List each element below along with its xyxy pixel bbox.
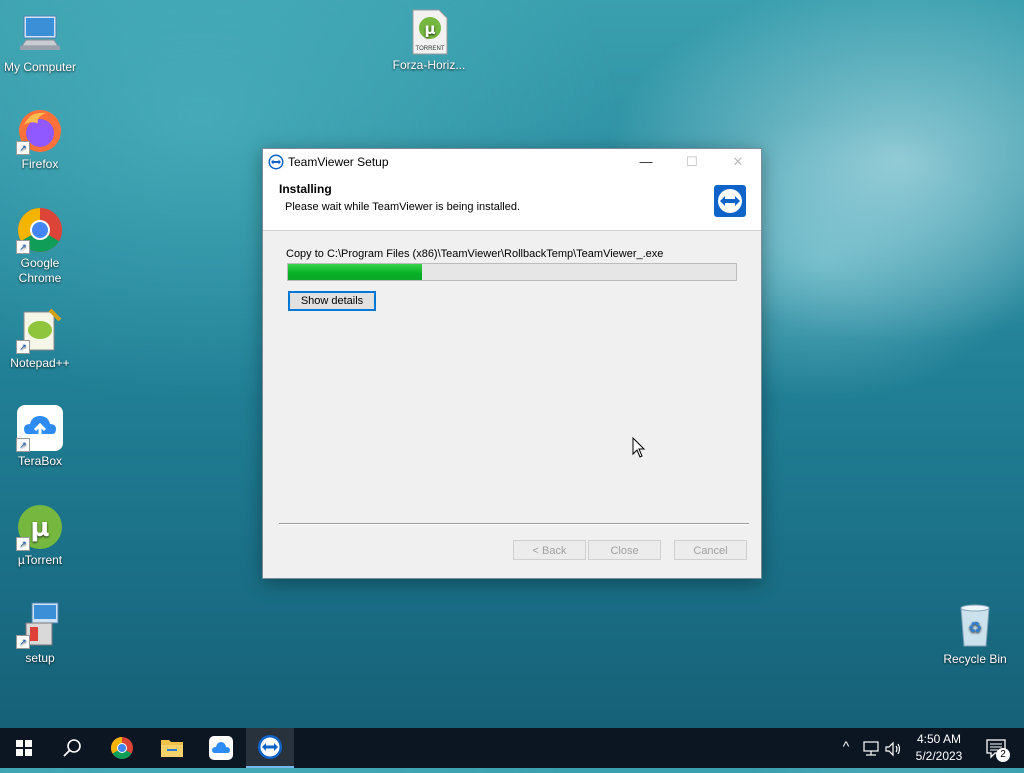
taskbar-terabox[interactable] (197, 728, 245, 768)
step-subtitle: Please wait while TeamViewer is being in… (285, 201, 520, 213)
notepad-plus-plus-icon: ↗ (16, 306, 64, 354)
tray-overflow-chevron[interactable]: ^ (838, 738, 854, 754)
show-details-button[interactable]: Show details (288, 291, 376, 311)
minimize-button[interactable]: — (623, 149, 669, 175)
teamviewer-icon (268, 154, 284, 170)
close-window-button[interactable]: ✕ (715, 149, 761, 175)
clock-date[interactable]: 5/2/2023 (908, 749, 970, 763)
folder-icon (161, 740, 183, 757)
install-progress-bar (287, 263, 737, 281)
install-status-text: Copy to C:\Program Files (x86)\TeamViewe… (286, 248, 664, 260)
desktop-icon-google-chrome[interactable]: ↗ Google Chrome (0, 206, 80, 286)
teamviewer-setup-dialog: TeamViewer Setup — ☐ ✕ Installing Please… (262, 148, 762, 579)
recycle-bin-icon: ♻ (951, 602, 999, 650)
teamviewer-icon (258, 735, 282, 759)
shortcut-arrow-icon: ↗ (16, 141, 30, 155)
shortcut-arrow-icon: ↗ (16, 635, 30, 649)
svg-text:♻: ♻ (968, 618, 982, 637)
notification-count-badge: 2 (996, 748, 1010, 762)
network-icon[interactable] (862, 741, 880, 757)
title-bar[interactable]: TeamViewer Setup — ☐ ✕ (263, 149, 761, 175)
torrent-badge: TORRENT (415, 46, 445, 52)
desktop-icon-label: My Computer (3, 60, 77, 74)
desktop-icon-label: TeraBox (17, 454, 63, 468)
desktop-icon-label: Google Chrome (18, 256, 62, 285)
taskbar-teamviewer[interactable] (246, 728, 294, 768)
shortcut-arrow-icon: ↗ (16, 537, 30, 551)
search-button[interactable] (48, 728, 96, 768)
desktop-icon-label: setup (25, 651, 55, 665)
svg-text:µ: µ (30, 513, 49, 543)
terabox-icon: ↗ (16, 404, 64, 452)
desktop-icon-firefox[interactable]: ↗ Firefox (0, 107, 80, 172)
wizard-header: Installing Please wait while TeamViewer … (263, 175, 761, 231)
utorrent-icon: µ ↗ (16, 503, 64, 551)
desktop-icon-forza-torrent[interactable]: µ TORRENT Forza-Horiz... (389, 8, 469, 73)
terabox-icon (209, 736, 233, 760)
search-icon (63, 739, 81, 757)
taskbar-chrome[interactable] (98, 728, 146, 768)
firefox-icon: ↗ (16, 107, 64, 155)
svg-text:µ: µ (424, 20, 435, 38)
action-center-button[interactable]: 2 (978, 728, 1018, 768)
close-button[interactable]: Close (588, 540, 661, 560)
shortcut-arrow-icon: ↗ (16, 340, 30, 354)
chrome-icon: ↗ (16, 206, 64, 254)
taskbar-file-explorer[interactable] (148, 728, 196, 768)
shortcut-arrow-icon: ↗ (16, 438, 30, 452)
progress-fill (288, 264, 423, 280)
desktop-icon-setup[interactable]: ↗ setup (0, 601, 80, 666)
start-button[interactable] (0, 728, 48, 768)
desktop-icon-terabox[interactable]: ↗ TeraBox (0, 404, 80, 469)
teamviewer-logo-icon (714, 185, 746, 217)
desktop-icon-label: µTorrent (17, 553, 63, 567)
desktop-icon-label: Forza-Horiz... (392, 58, 466, 72)
shortcut-arrow-icon: ↗ (16, 240, 30, 254)
clock-time[interactable]: 4:50 AM (908, 732, 970, 746)
desktop-icon-recycle-bin[interactable]: ♻ Recycle Bin (935, 602, 1015, 667)
maximize-button[interactable]: ☐ (669, 149, 715, 175)
desktop-icon-utorrent[interactable]: µ ↗ µTorrent (0, 503, 80, 568)
installer-icon: ↗ (16, 601, 64, 649)
divider (279, 523, 749, 525)
computer-icon (16, 10, 64, 58)
windows-start-icon (16, 740, 32, 756)
mouse-cursor-icon (632, 437, 646, 458)
chrome-icon (111, 737, 133, 759)
volume-icon[interactable] (884, 741, 902, 757)
desktop-icon-label: Recycle Bin (943, 652, 1007, 666)
taskbar: ^ 4:50 AM 5/2/2023 2 (0, 728, 1024, 768)
step-title: Installing (279, 182, 332, 196)
window-title: TeamViewer Setup (288, 155, 389, 169)
back-button[interactable]: < Back (513, 540, 586, 560)
desktop-icon-my-computer[interactable]: My Computer (0, 10, 80, 75)
notification-icon (986, 739, 1006, 759)
cancel-button[interactable]: Cancel (674, 540, 747, 560)
desktop-icon-label: Notepad++ (10, 356, 70, 370)
desktop-icon-notepad-plus-plus[interactable]: ↗ Notepad++ (0, 306, 80, 371)
desktop-icon-label: Firefox (21, 157, 59, 171)
torrent-file-icon: µ TORRENT (405, 8, 453, 56)
